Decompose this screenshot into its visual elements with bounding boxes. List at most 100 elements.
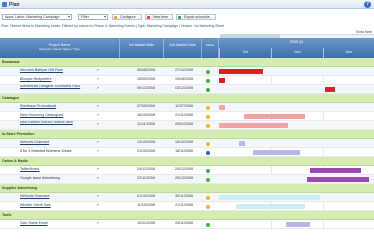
table-row[interactable]: TalkerBoard ↗ 24/11/2008 24/12/2008 [0,166,374,175]
project-name-link[interactable]: Slentbase Promotional [20,104,105,111]
status-dot-icon [206,222,210,227]
project-name-link[interactable]: TalkerBoard [20,167,105,174]
timeline-month-dec: Dec [323,48,374,58]
timeline-header: 2008 Q4 Oct Nov Dec [219,38,374,58]
status-dot-icon [206,87,210,92]
gantt-bar[interactable] [244,114,305,119]
project-name-link[interactable]: Mecures Bathpar Gift Pack [20,68,105,75]
attachment-icon[interactable]: ↗ [96,176,116,183]
export-schedule-button[interactable]: Export schedule [176,14,216,20]
view-select-value: Apps: Labor: Marketing Campaign [5,15,60,19]
attachment-icon[interactable]: ↗ [96,122,116,129]
export-schedule-label: Export schedule [184,15,210,19]
project-name-link[interactable]: Aethods Graecard [20,140,105,147]
column-header-end[interactable]: 2nd Market Date [164,38,202,58]
toolbar: Apps: Labor: Marketing Campaign Filter C… [0,12,374,23]
attachment-icon[interactable]: ↗ [96,113,116,120]
filter-info-bar: Plan: Filtered Items to Marketing Leads.… [1,24,225,28]
end-date: 24/12/2008 [175,167,193,171]
gantt-bar[interactable] [286,222,310,227]
table-row[interactable]: 2 for 1 Selected Womens Shoes ↗ 21/10/2008… [0,148,374,157]
start-date: 05/08/2008 [137,68,155,72]
table-row[interactable]: Blowjoe Redprefers ↗ 15/09/2008 15/08/2008 [0,76,374,85]
attachment-icon[interactable]: ↗ [96,104,116,111]
start-date: 01/10/2008 [137,194,155,198]
gantt-bar[interactable] [252,150,300,155]
end-date: 09/01/2008 [175,122,193,126]
attachment-icon[interactable]: ↗ [96,203,116,210]
table-row[interactable]: Google Issue Advertising ↗ 22/11/2008 29/12… [0,175,374,184]
table-row[interactable]: Sale Starts Email ↗ 10/11/2008 24/11/2008 [0,220,374,229]
group-label: Catalogue [2,96,20,100]
export-icon [178,15,181,19]
start-date: 10/11/2008 [137,221,155,225]
gantt-bar[interactable] [219,195,321,200]
table-row[interactable]: Nethods Graecard ↗ 01/10/2008 30/11/2008 [0,193,374,202]
app-icon [2,2,7,7]
gantt-bar[interactable] [325,87,336,92]
attachment-icon[interactable]: ↗ [96,167,116,174]
configure-button[interactable]: Configure [112,14,142,20]
project-name-link[interactable]: Sale Starts Email [20,221,105,228]
project-name-link[interactable]: Slenderhas Desigme Southwest Pack [20,85,105,94]
column-header-start[interactable]: 1st Market Date [120,38,164,58]
project-name-link[interactable]: New Grooming Catalogues [20,113,105,120]
show-next-link[interactable]: Show Next [356,30,372,34]
end-date: 30/11/2008 [175,194,193,198]
group-row: In-Store Promotion [0,130,374,139]
status-dot-icon [206,204,210,209]
attachment-icon[interactable]: ↗ [96,221,116,228]
window-title: Plan [9,2,20,8]
table-row[interactable]: New Electric Electric Resize Item ↗ 11/11/… [0,121,374,130]
gantt-bar[interactable] [235,204,305,209]
start-date: 11/10/2008 [137,203,155,207]
end-date: 21/11/2008 [175,113,193,117]
start-date: 09/12/2008 [137,86,155,90]
project-name-link[interactable]: Nethods Graecard [20,194,105,201]
table-row[interactable]: New Grooming Catalogues ↗ 16/10/2008 21/11/… [0,112,374,121]
start-date: 07/09/2008 [137,104,155,108]
start-date: 11/11/2008 [137,122,155,126]
filter-select[interactable]: Filter [78,14,108,20]
project-name-link[interactable]: Blowjoe Redprefers [20,77,105,84]
attachment-icon[interactable]: ↗ [96,68,116,75]
attachment-icon[interactable]: ↗ [96,149,116,156]
table-row[interactable]: Wholter Slenft Sale ↗ 11/10/2008 21/11/2008 [0,202,374,211]
attachment-icon[interactable]: ↗ [96,194,116,201]
start-date: 24/11/2008 [137,167,155,171]
end-date: 16/10/2008 [175,140,193,144]
end-date: 24/11/2008 [175,221,193,225]
new-item-button[interactable]: New Item [145,14,173,20]
group-row: Supplier Advertising [0,184,374,193]
project-name-link[interactable]: New Electric Electric Resize Item [20,121,105,130]
new-item-label: New Item [153,15,169,19]
table-row[interactable]: Slenderhas Desigme Southwest Pack ↗ 09/12/… [0,85,374,94]
table-row[interactable]: Aethods Graecard ↗ 13/10/2008 16/10/2008 [0,139,374,148]
add-icon [147,15,150,19]
gantt-bar[interactable] [219,123,289,128]
gantt-bar[interactable] [306,177,369,182]
group-label: Online & Radio [2,159,28,163]
gantt-bar[interactable] [309,168,361,173]
start-date: 13/10/2008 [137,140,155,144]
attachment-icon[interactable]: ↗ [96,86,116,93]
end-date: 29/12/2008 [175,176,193,180]
gantt-bar[interactable] [219,78,225,83]
attachment-icon[interactable]: ↗ [96,140,116,147]
gantt-bar[interactable] [239,141,246,146]
attachment-icon[interactable]: ↗ [96,77,116,84]
column-header-name[interactable]: Project Name Group by: Owner Name / Type [0,38,120,58]
column-header-status[interactable]: Status [202,38,219,58]
status-dot-icon [206,141,210,146]
table-row[interactable]: Slentbase Promotional ↗ 07/09/2008 11/07/20… [0,103,374,112]
table-row[interactable]: Mecures Bathpar Gift Pack ↗ 05/08/2008 27/1… [0,67,374,76]
gantt-bar[interactable] [219,105,225,110]
help-icon[interactable]: ? [364,1,371,8]
gantt-bar[interactable] [219,69,263,74]
table-header: Project Name Group by: Owner Name / Type… [0,38,219,58]
project-name-link[interactable]: Wholter Slenft Sale [20,203,105,210]
view-select[interactable]: Apps: Labor: Marketing Campaign [2,14,72,20]
group-label: Supplier Advertising [2,186,38,190]
project-name-link[interactable]: Google Issue Advertising [20,176,105,183]
project-name-link[interactable]: 2 for 1 Selected Womens Shoes [20,149,105,156]
